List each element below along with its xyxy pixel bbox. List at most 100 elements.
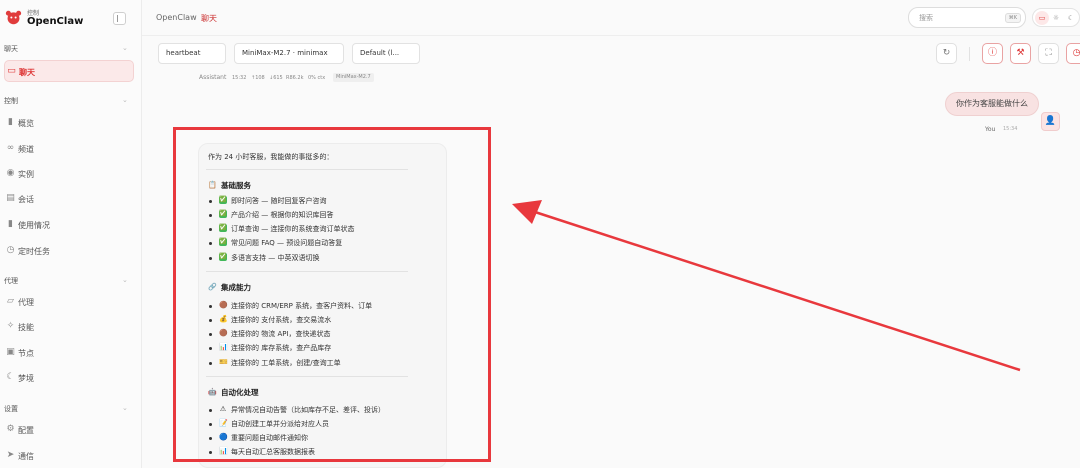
- list-item: 连接你的 CRM/ERP 系统，查客户资料、订单: [231, 302, 373, 310]
- checkmark-icon: ✅: [219, 238, 227, 246]
- list-bullet: [209, 347, 212, 350]
- item-emoji-icon: 🟤: [219, 329, 228, 337]
- send-icon: ➤: [6, 450, 15, 460]
- bar-chart-icon: ▮: [8, 117, 13, 127]
- list-bullet: [209, 437, 212, 440]
- checkmark-icon: ✅: [219, 196, 227, 204]
- list-bullet: [209, 423, 212, 426]
- moon-icon[interactable]: ☾: [1064, 11, 1078, 25]
- sidebar-item[interactable]: ▭ 聊天: [4, 60, 134, 82]
- sidebar-item[interactable]: ◷ 定时任务: [4, 240, 134, 262]
- sidebar-item[interactable]: ▮ 概览: [4, 112, 134, 134]
- item-emoji-icon: 💰: [219, 315, 228, 323]
- monitor-icon: ▣: [6, 347, 15, 357]
- section-heading: 自动化处理: [221, 388, 259, 397]
- list-item: 多语言支持 — 中英双语切换: [231, 254, 320, 262]
- list-bullet: [209, 362, 212, 365]
- annotation-arrow: [512, 200, 1021, 372]
- assistant-intro: 作为 24 小时客服，我能做的事挺多的：: [208, 153, 334, 161]
- refresh-icon[interactable]: ↻: [936, 43, 957, 64]
- list-bullet: [209, 228, 212, 231]
- sidebar-item-label: 概览: [18, 119, 34, 128]
- list-bullet: [209, 333, 212, 336]
- sidebar-item[interactable]: ▱ 代理: [4, 291, 134, 313]
- assistant-stat-out: ↓615: [269, 75, 283, 81]
- sidebar-item-label: 节点: [18, 349, 34, 358]
- section-emoji-icon: 📋: [208, 181, 217, 189]
- chevron-down-icon[interactable]: ⌄: [122, 96, 128, 104]
- theme-switcher: ▭ ☼ ☾: [1032, 8, 1080, 27]
- assistant-stat-read: R86.2k: [286, 75, 304, 81]
- section-divider: [206, 169, 408, 170]
- list-item: 产品介绍 — 根据你的知识库回答: [231, 211, 334, 219]
- chevron-down-icon[interactable]: ⌄: [122, 44, 128, 52]
- item-emoji-icon: ⚠: [219, 405, 227, 413]
- list-item: 异常情况自动告警（比如库存不足、差评、投诉）: [231, 406, 385, 414]
- sidebar-item-label: 技能: [18, 323, 34, 332]
- sidebar-item[interactable]: ▤ 会话: [4, 188, 134, 210]
- list-bullet: [209, 451, 212, 454]
- topbar: OpenClaw › 聊天 搜索 ⌘K ▭ ☼ ☾: [142, 0, 1080, 36]
- thinking-select[interactable]: Default (l...: [352, 43, 420, 64]
- list-item: 连接你的 工单系统，创建/查询工单: [231, 359, 341, 367]
- chat-icon: ▭: [7, 66, 16, 76]
- monitor-icon[interactable]: ▭: [1035, 11, 1049, 25]
- wrench-icon[interactable]: ⚒: [1010, 43, 1031, 64]
- sidebar-item-label: 梦境: [18, 374, 34, 383]
- sidebar-item[interactable]: ∞ 频道: [4, 138, 134, 160]
- search-input[interactable]: 搜索 ⌘K: [908, 7, 1026, 28]
- clock-icon: ◷: [6, 245, 15, 255]
- chevron-down-icon[interactable]: ⌄: [122, 276, 128, 284]
- list-item: 每天自动汇总客服数据报表: [231, 448, 315, 456]
- sidebar-section-label: 代理: [4, 277, 18, 285]
- lobster-logo-icon: [5, 10, 22, 25]
- list-item: 连接你的 支付系统，查交易流水: [231, 316, 332, 324]
- sidebar-item[interactable]: ▣ 节点: [4, 342, 134, 364]
- sun-icon[interactable]: ☼: [1049, 11, 1063, 25]
- sidebar-item[interactable]: ➤ 通信: [4, 445, 134, 467]
- focus-icon[interactable]: ⛶: [1038, 43, 1059, 64]
- checkmark-icon: ✅: [219, 253, 227, 261]
- sidebar-item-label: 聊天: [19, 68, 35, 77]
- item-emoji-icon: 🎫: [219, 358, 228, 366]
- brand-name: OpenClaw: [27, 16, 84, 27]
- checkmark-icon: ✅: [219, 210, 227, 218]
- info-icon[interactable]: ⓘ: [982, 43, 1003, 64]
- breadcrumb-separator: ›: [191, 13, 195, 22]
- sidebar-item[interactable]: ▮ 使用情况: [4, 214, 134, 236]
- section-heading: 基础服务: [221, 181, 251, 190]
- list-item: 重要问题自动邮件通知你: [231, 434, 308, 442]
- item-emoji-icon: 🔵: [219, 433, 228, 441]
- sidebar-item-label: 实例: [18, 170, 34, 179]
- toolbar-divider: [969, 47, 970, 61]
- sidebar-collapse-icon[interactable]: [113, 12, 126, 25]
- sidebar-item[interactable]: ✧ 技能: [4, 316, 134, 338]
- sidebar-item[interactable]: ⚙ 配置: [4, 419, 134, 441]
- search-placeholder: 搜索: [919, 14, 933, 22]
- user-name: You: [985, 126, 996, 133]
- sidebar-item-label: 代理: [18, 298, 34, 307]
- section-emoji-icon: 🤖: [208, 388, 217, 396]
- document-icon: ▤: [6, 193, 15, 203]
- sidebar-item-label: 定时任务: [18, 247, 50, 256]
- list-item: 即时问答 — 随时回复客户咨询: [231, 197, 327, 205]
- sidebar-item-label: 配置: [18, 426, 34, 435]
- sidebar-item[interactable]: ☾ 梦境: [4, 367, 134, 389]
- user-time: 15:34: [1003, 126, 1018, 132]
- model-select[interactable]: MiniMax-M2.7 · minimax: [234, 43, 344, 64]
- section-divider: [206, 376, 408, 377]
- sidebar-item[interactable]: ◉ 实例: [4, 163, 134, 185]
- brand: 控制 OpenClaw: [0, 0, 142, 36]
- bar-chart-icon: ▮: [8, 219, 13, 229]
- folder-icon: ▱: [7, 296, 14, 306]
- chevron-down-icon[interactable]: ⌄: [122, 404, 128, 412]
- item-emoji-icon: 📝: [219, 419, 228, 427]
- session-select[interactable]: heartbeat: [158, 43, 226, 64]
- link-icon: ∞: [6, 143, 15, 153]
- sidebar-item-label: 通信: [18, 452, 34, 461]
- section-emoji-icon: 🔗: [208, 283, 217, 291]
- list-bullet: [209, 257, 212, 260]
- section-heading: 集成能力: [221, 283, 251, 292]
- assistant-stat-ctx: 0% ctx: [308, 75, 326, 81]
- history-icon[interactable]: ◷: [1066, 43, 1080, 64]
